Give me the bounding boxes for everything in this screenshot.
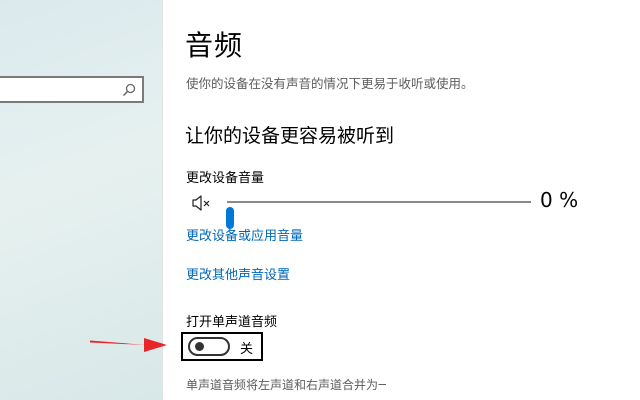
page-title: 音频 (185, 29, 244, 62)
speaker-muted-icon[interactable] (190, 191, 214, 215)
audio-settings-page: 音频 使你的设备在没有声音的情况下更易于收听或使用。 让你的设备更容易被听到 更… (163, 0, 640, 400)
change-app-volume-link[interactable]: 更改设备或应用音量 (186, 225, 303, 244)
mono-audio-note: 单声道音频将左声道和右声道合并为一个声道。 (186, 378, 386, 392)
volume-value: 0 % (540, 188, 579, 212)
search-input[interactable] (0, 76, 144, 103)
page-description: 使你的设备在没有声音的情况下更易于收听或使用。 (186, 76, 474, 91)
mono-audio-toggle-highlight: 关 (181, 332, 263, 361)
volume-control: 0 % (190, 186, 590, 229)
other-sound-settings-link[interactable]: 更改其他声音设置 (186, 264, 290, 283)
toggle-state-label: 关 (240, 342, 254, 357)
volume-label: 更改设备音量 (186, 171, 265, 186)
mono-audio-label: 打开单声道音频 (186, 315, 278, 330)
section-heading: 让你的设备更容易被听到 (185, 125, 395, 147)
toggle-knob (195, 342, 204, 351)
annotation-arrow-icon (90, 338, 167, 352)
volume-slider[interactable] (226, 201, 531, 229)
search-icon[interactable] (122, 82, 136, 97)
mono-audio-toggle[interactable] (188, 337, 230, 356)
